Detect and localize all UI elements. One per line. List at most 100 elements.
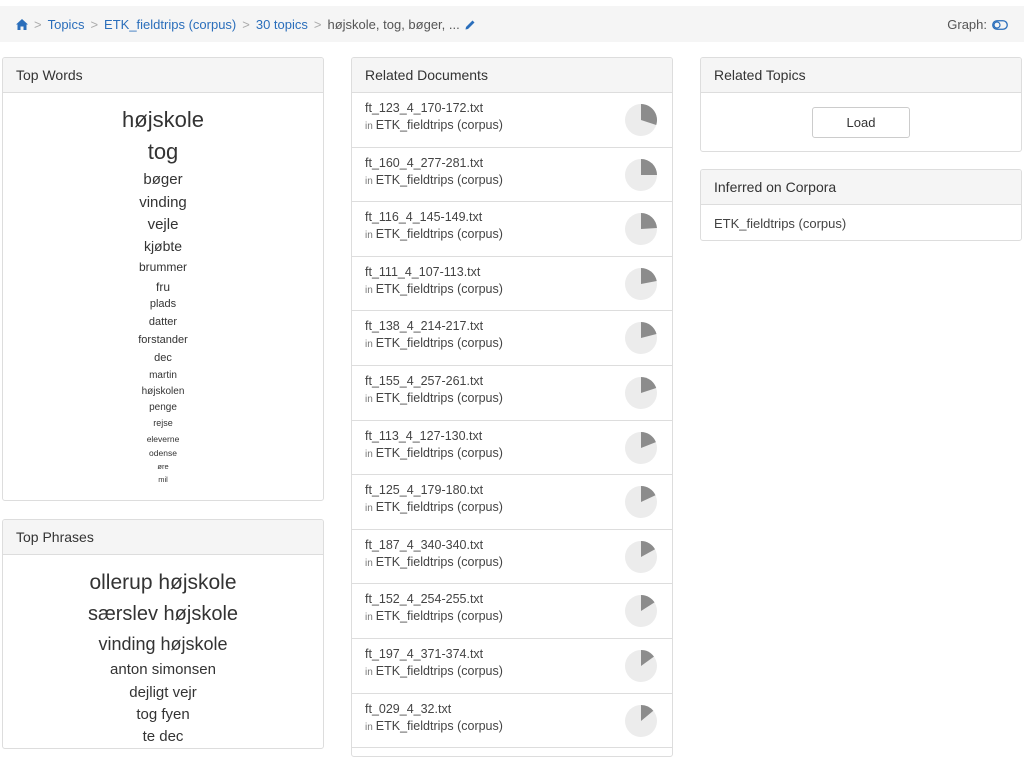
top-phrase[interactable]: særslev højskole xyxy=(3,603,323,626)
top-word[interactable]: bøger xyxy=(3,171,323,188)
related-documents-panel: Related Documents ft_123_4_170-172.txtin… xyxy=(351,57,673,757)
related-topics-heading: Related Topics xyxy=(701,58,1021,93)
document-corpus: in ETK_fieldtrips (corpus) xyxy=(365,664,659,678)
document-item[interactable]: ft_116_4_145-149.txt in ETK_fieldtrips (co… xyxy=(352,202,672,257)
related-documents-heading: Related Documents xyxy=(352,58,672,93)
top-word[interactable]: mil xyxy=(3,475,323,484)
inferred-on-corpora-panel: Inferred on Corpora ETK_fieldtrips (corp… xyxy=(700,169,1022,241)
document-name[interactable]: ft_123_4_170-172.txt xyxy=(365,101,659,115)
top-word[interactable]: højskolen xyxy=(3,386,323,397)
corpus-link[interactable]: ETK_fieldtrips (corpus) xyxy=(376,555,503,569)
topic-share-pie-icon xyxy=(625,704,657,737)
document-corpus: in ETK_fieldtrips (corpus) xyxy=(365,173,659,187)
top-word[interactable]: kjøbte xyxy=(3,238,323,254)
corpus-link[interactable]: ETK_fieldtrips (corpus) xyxy=(376,609,503,623)
top-word[interactable]: vinding xyxy=(3,194,323,211)
corpus-link[interactable]: ETK_fieldtrips (corpus) xyxy=(376,664,503,678)
top-word[interactable]: plads xyxy=(3,298,323,310)
corpus-link[interactable]: ETK_fieldtrips (corpus) xyxy=(376,500,503,514)
in-label: in xyxy=(365,503,373,515)
document-corpus: in ETK_fieldtrips (corpus) xyxy=(365,282,659,296)
top-word[interactable]: datter xyxy=(3,316,323,328)
top-word[interactable]: eleverne xyxy=(3,434,323,444)
topic-share-pie-icon xyxy=(625,486,657,519)
graph-toggle[interactable]: Graph: xyxy=(947,17,1008,32)
corpus-link[interactable]: ETK_fieldtrips (corpus) xyxy=(376,719,503,733)
top-word[interactable]: rejse xyxy=(3,418,323,428)
topic-share-pie-icon xyxy=(625,267,657,300)
document-item[interactable]: ft_152_4_254-255.txtin ETK_fieldtrips (co… xyxy=(352,584,672,639)
document-name[interactable]: ft_197_4_371-374.txt xyxy=(365,647,659,661)
breadcrumb-current-topic: højskole, tog, bøger, ... xyxy=(327,17,460,32)
document-name[interactable]: ft_160_4_277-281.txt xyxy=(365,156,659,170)
corpus-link[interactable]: ETK_fieldtrips (corpus) xyxy=(376,391,503,405)
document-name[interactable]: ft_029_4_32.txt xyxy=(365,702,659,716)
document-item[interactable]: ft_123_4_170-172.txt in ETK_fieldtrips (co… xyxy=(352,93,672,148)
breadcrumb: > Topics > ETK_fieldtrips (corpus) > 30 … xyxy=(16,17,476,32)
document-item[interactable]: ft_029_4_32.txt in ETK_fieldtrips (corpus) xyxy=(352,694,672,749)
document-item[interactable]: ft_155_4_257-261.txt in ETK_fieldtrips (co… xyxy=(352,366,672,421)
top-word[interactable]: tog xyxy=(3,139,323,165)
load-button[interactable]: Load xyxy=(812,107,910,138)
in-label: in xyxy=(365,230,373,242)
topic-share-pie-icon xyxy=(625,213,657,246)
related-topics-panel: Related Topics Load xyxy=(700,57,1022,152)
top-word[interactable]: vejle xyxy=(3,216,323,233)
top-word[interactable]: øre xyxy=(3,462,323,471)
document-item[interactable]: ft_125_4_179-180.txtin ETK_fieldtrips (co… xyxy=(352,475,672,530)
topic-share-pie-icon xyxy=(625,322,657,355)
corpus-link[interactable]: ETK_fieldtrips (corpus) xyxy=(376,282,503,296)
document-name[interactable]: ft_155_4_257-261.txt xyxy=(365,374,659,388)
home-icon[interactable] xyxy=(16,19,28,30)
top-word[interactable]: højskole xyxy=(3,107,323,133)
document-item[interactable]: ft_197_4_371-374.txt in ETK_fieldtrips (co… xyxy=(352,639,672,694)
document-name[interactable]: ft_138_4_214-217.txt xyxy=(365,319,659,333)
inferred-corpus-link[interactable]: ETK_fieldtrips (corpus) xyxy=(701,205,1021,240)
document-corpus: in ETK_fieldtrips (corpus) xyxy=(365,227,659,241)
top-phrase[interactable]: ollerup højskole xyxy=(3,571,323,595)
document-item[interactable]: ft_111_4_107-113.txt in ETK_fieldtrips (co… xyxy=(352,257,672,312)
top-phrase[interactable]: dejligt vejr xyxy=(3,684,323,701)
in-label: in xyxy=(365,557,373,569)
document-name[interactable]: ft_111_4_107-113.txt xyxy=(365,265,659,279)
document-name[interactable]: ft_116_4_145-149.txt xyxy=(365,210,659,224)
document-item[interactable]: ft_113_4_127-130.txtin ETK_fieldtrips (co… xyxy=(352,421,672,476)
pencil-icon[interactable] xyxy=(465,19,476,30)
corpus-link[interactable]: ETK_fieldtrips (corpus) xyxy=(376,446,503,460)
top-word[interactable]: forstander xyxy=(3,334,323,346)
top-word[interactable]: fru xyxy=(3,280,323,294)
top-phrase[interactable]: anton simonsen xyxy=(3,661,323,678)
breadcrumb-corpus[interactable]: ETK_fieldtrips (corpus) xyxy=(104,17,236,32)
top-word[interactable]: odense xyxy=(3,448,323,458)
corpus-link[interactable]: ETK_fieldtrips (corpus) xyxy=(376,336,503,350)
document-item[interactable]: ft_187_4_340-340.txtin ETK_fieldtrips (co… xyxy=(352,530,672,585)
in-label: in xyxy=(365,612,373,624)
document-name[interactable]: ft_125_4_179-180.txt xyxy=(365,483,659,497)
in-label: in xyxy=(365,448,373,460)
top-words-panel: Top Words højskole tog bøger vinding vejle kj… xyxy=(2,57,324,501)
breadcrumb-bar: > Topics > ETK_fieldtrips (corpus) > 30 … xyxy=(0,0,1024,42)
in-label: in xyxy=(365,121,373,132)
document-item[interactable]: ft_160_4_277-281.txt in ETK_fieldtrips (co… xyxy=(352,148,672,203)
top-phrase[interactable]: te dec xyxy=(3,728,323,745)
toggle-icon[interactable] xyxy=(992,19,1008,30)
top-phrase[interactable]: tog fyen xyxy=(3,706,323,723)
top-word[interactable]: penge xyxy=(3,402,323,413)
top-word[interactable]: brummer xyxy=(3,260,323,274)
document-name[interactable]: ft_187_4_340-340.txt xyxy=(365,538,659,552)
corpus-link[interactable]: ETK_fieldtrips (corpus) xyxy=(376,173,503,187)
document-corpus: in ETK_fieldtrips (corpus) xyxy=(365,336,659,350)
breadcrumb-topics[interactable]: Topics xyxy=(48,17,85,32)
top-word[interactable]: dec xyxy=(3,352,323,364)
breadcrumb-topic-model[interactable]: 30 topics xyxy=(256,17,308,32)
document-corpus: in ETK_fieldtrips (corpus) xyxy=(365,118,659,132)
in-label: in xyxy=(365,284,373,296)
document-name[interactable]: ft_113_4_127-130.txt xyxy=(365,429,659,443)
top-word[interactable]: martin xyxy=(3,370,323,381)
corpus-link[interactable]: ETK_fieldtrips (corpus) xyxy=(376,227,503,241)
corpus-link[interactable]: ETK_fieldtrips (corpus) xyxy=(376,118,503,132)
document-name[interactable]: ft_152_4_254-255.txt xyxy=(365,592,659,606)
document-corpus: in ETK_fieldtrips (corpus) xyxy=(365,719,659,733)
document-item[interactable]: ft_138_4_214-217.txt in ETK_fieldtrips (co… xyxy=(352,311,672,366)
top-phrase[interactable]: vinding højskole xyxy=(3,634,323,655)
